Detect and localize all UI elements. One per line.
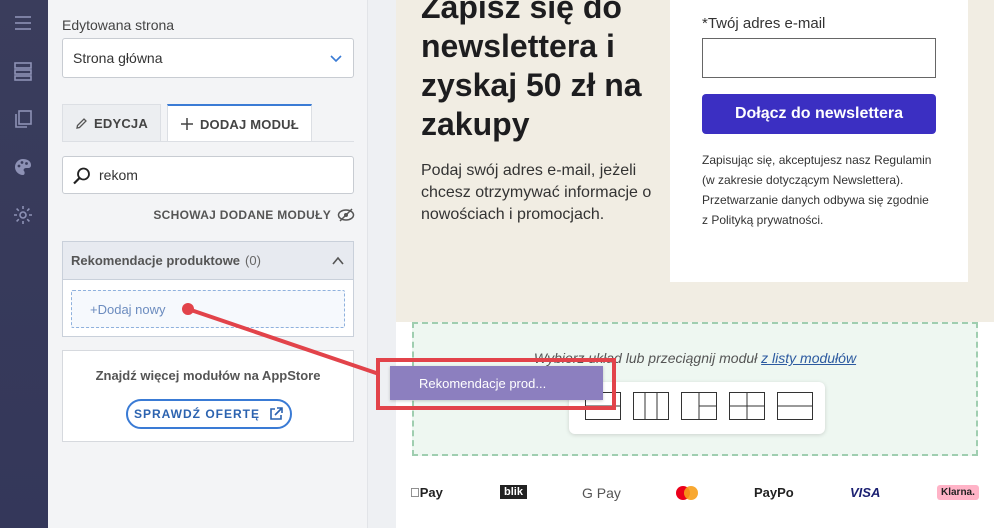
hide-added-modules-toggle[interactable]: SCHOWAJ DODANE MODUŁY	[153, 208, 355, 222]
module-group-header[interactable]: Rekomendacje produktowe (0)	[63, 242, 353, 280]
editor-panel: Edytowana strona Strona główna EDYCJA DO…	[48, 0, 368, 528]
annotation-highlight-box	[376, 358, 616, 410]
blik-logo: blik	[500, 485, 527, 499]
paypo-logo: PayPo	[754, 485, 794, 500]
email-field[interactable]	[702, 38, 936, 78]
palette-icon[interactable]	[12, 156, 34, 178]
search-icon	[73, 167, 90, 185]
newsletter-legal-text: Zapisując się, akceptujesz nasz Regulami…	[702, 153, 932, 227]
chevron-down-icon	[330, 55, 342, 63]
tab-add-module[interactable]: DODAJ MODUŁ	[166, 104, 312, 142]
module-group-count: (0)	[245, 253, 261, 268]
klarna-logo: Klarna.	[937, 485, 979, 500]
layout-icon[interactable]	[12, 12, 34, 34]
join-newsletter-button[interactable]: Dołącz do newslettera	[702, 94, 936, 134]
promo-title: Zapisz się do newslettera i zyskaj 50 zł…	[421, 0, 642, 142]
chevron-up-icon[interactable]	[331, 254, 345, 268]
tab-edit-label: EDYCJA	[94, 116, 148, 131]
layout-option-grid[interactable]	[729, 392, 765, 420]
appstore-box: Znajdź więcej modułów na AppStore SPRAWD…	[62, 350, 354, 442]
edited-page-select[interactable]: Strona główna	[62, 38, 354, 78]
external-link-icon	[270, 407, 283, 420]
newsletter-form: *Twój adres e-mail Dołącz do newslettera…	[670, 0, 968, 282]
search-value: rekom	[99, 167, 138, 183]
layout-option-2row[interactable]	[777, 392, 813, 420]
gear-icon[interactable]	[12, 204, 34, 226]
mastercard-logo	[674, 485, 700, 501]
layout-option-mixed[interactable]	[681, 392, 717, 420]
check-offer-button[interactable]: SPRAWDŹ OFERTĘ	[126, 399, 292, 429]
appstore-text: Znajdź więcej modułów na AppStore	[95, 368, 321, 383]
edited-page-value: Strona główna	[73, 50, 163, 66]
payment-methods: Pay blik G Pay PayPo VISA Klarna.	[396, 480, 994, 510]
add-new-label: +Dodaj nowy	[90, 301, 166, 317]
hide-added-label: SCHOWAJ DODANE MODUŁY	[153, 208, 331, 222]
module-list-link[interactable]: z listy modułów	[761, 350, 856, 366]
add-new-module-button[interactable]: +Dodaj nowy	[71, 290, 345, 328]
module-group-recommendations: Rekomendacje produktowe (0) +Dodaj nowy	[62, 241, 354, 337]
sections-icon[interactable]	[12, 60, 34, 82]
page-preview: Zapisz się do newslettera i zyskaj 50 zł…	[396, 0, 994, 528]
tab-divider	[62, 141, 354, 142]
layout-option-3col[interactable]	[633, 392, 669, 420]
promo-description: Podaj swój adres e-mail, jeżeli chcesz o…	[421, 162, 652, 223]
pencil-icon	[76, 118, 87, 129]
panel-tabs: EDYCJA DODAJ MODUŁ	[62, 104, 312, 142]
email-label-text: Twój adres e-mail	[707, 15, 826, 32]
google-pay-logo: G Pay	[582, 485, 621, 501]
module-search-input[interactable]: rekom	[62, 156, 354, 194]
tab-add-module-label: DODAJ MODUŁ	[199, 116, 299, 132]
check-offer-label: SPRAWDŹ OFERTĘ	[133, 407, 260, 421]
plus-icon	[180, 118, 193, 130]
left-rail	[0, 0, 48, 528]
pages-icon[interactable]	[12, 108, 34, 130]
eye-slash-icon	[337, 208, 355, 222]
email-label: *Twój adres e-mail	[702, 15, 825, 32]
newsletter-section: Zapisz się do newslettera i zyskaj 50 zł…	[396, 0, 994, 322]
apple-pay-logo: Pay	[410, 485, 443, 500]
tab-edit[interactable]: EDYCJA	[62, 104, 161, 142]
module-group-title: Rekomendacje produktowe	[71, 253, 241, 268]
edited-page-label: Edytowana strona	[62, 17, 175, 33]
visa-logo: VISA	[850, 485, 881, 500]
